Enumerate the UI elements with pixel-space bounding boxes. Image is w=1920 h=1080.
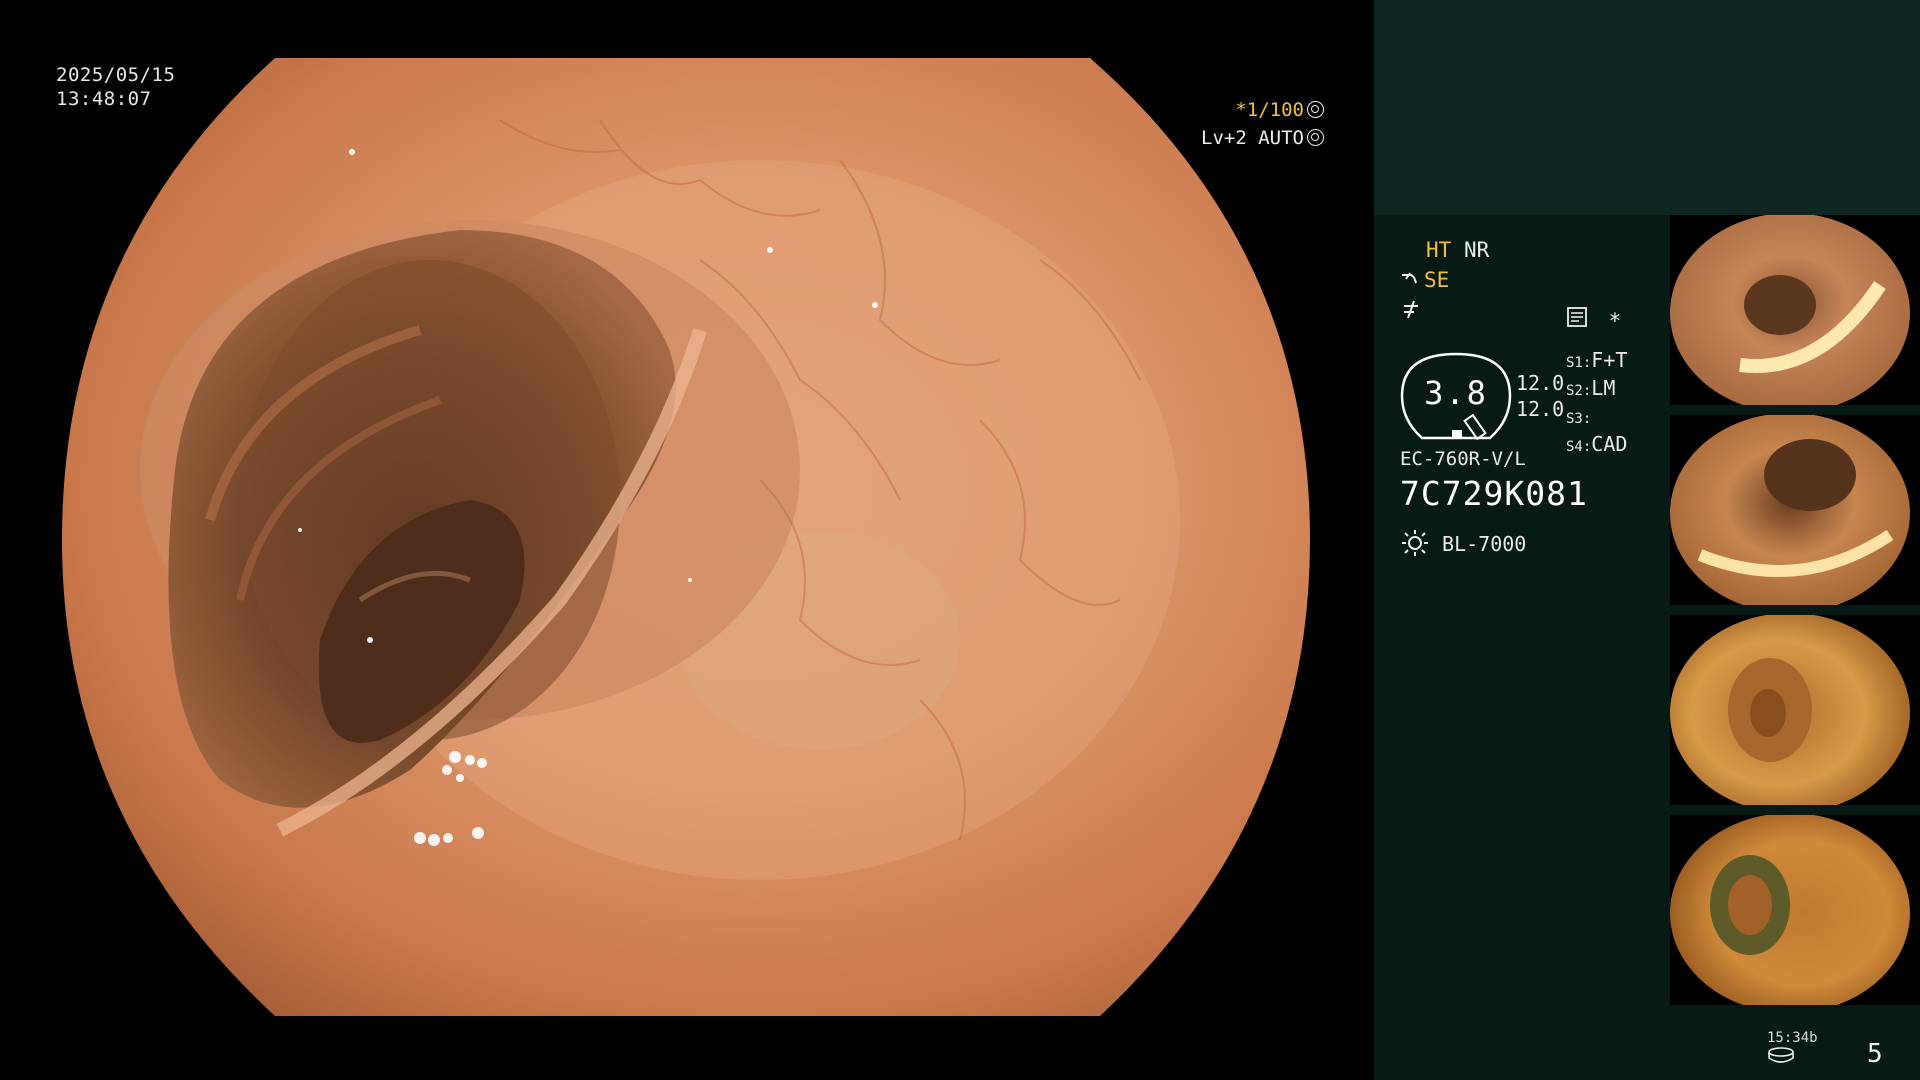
curve-icon (1402, 272, 1417, 284)
magnification-gauge: 3.8 (1400, 350, 1512, 442)
auto-text: AUTO (1258, 127, 1304, 149)
light-source-row: BL-7000 (1400, 528, 1526, 558)
switch-s3: S3: (1566, 411, 1592, 427)
level-text: Lv+2 (1201, 127, 1247, 149)
switch-assignments: S1:F+T S2:LM S3: S4:CAD (1566, 348, 1627, 460)
shutter-prefix: * (1235, 99, 1247, 121)
switch-s2: S2:LM (1566, 376, 1616, 400)
endoscopic-view: 2025/05/15 13:48:07 *1/100 Lv+2 AUTO (0, 0, 1372, 1080)
menu-row: * (1566, 306, 1621, 333)
shutter-row: *1/100 (1201, 96, 1324, 124)
thumbnail-2[interactable] (1670, 415, 1920, 605)
thumbnail-1[interactable] (1670, 215, 1920, 405)
nr-label: NR (1463, 238, 1490, 262)
star-marker: * (1608, 309, 1622, 333)
colon-lumen-image (62, 58, 1310, 1016)
thumbnail-4[interactable] (1670, 815, 1920, 1005)
ht-nr-row: HT NR (1400, 238, 1489, 262)
aperture-icon (1307, 129, 1324, 146)
storage-status: 15:34b (1767, 1030, 1818, 1068)
date-text: 2025/05/15 (56, 64, 176, 86)
sun-icon (1402, 530, 1428, 556)
se-label: SE (1424, 268, 1450, 292)
exposure-info: *1/100 Lv+2 AUTO (1201, 96, 1324, 152)
endoscopy-display: 2025/05/15 13:48:07 *1/100 Lv+2 AUTO HT … (0, 0, 1920, 1080)
se-row: SE (1400, 268, 1449, 292)
slash-icon (1404, 300, 1418, 319)
thumbnail-3[interactable] (1670, 615, 1920, 805)
footer-time: 15:34b (1767, 1030, 1818, 1046)
timestamp: 2025/05/15 13:48:07 (56, 63, 175, 111)
gain-values: 12.0 12.0 (1516, 370, 1564, 422)
shutter-speed: 1/100 (1246, 99, 1304, 121)
time-text: 13:48:07 (56, 88, 152, 110)
scope-model: EC-760R-V/L (1400, 448, 1526, 470)
switch-s4: S4:CAD (1566, 432, 1628, 456)
light-source-label: BL-7000 (1442, 532, 1527, 556)
slash-row (1400, 298, 1422, 325)
panel-header-area (1374, 0, 1920, 215)
switch-s1: S1:F+T (1566, 348, 1628, 372)
ht-label: HT (1426, 238, 1452, 262)
gain-1: 12.0 (1516, 371, 1565, 395)
side-panel: HT NR SE * 3.8 12.0 12.0 S1:F+T S2:LM S3… (1374, 0, 1920, 1080)
aperture-icon (1307, 101, 1324, 118)
image-count: 5 (1867, 1039, 1883, 1069)
disk-icon (1768, 1047, 1794, 1063)
gauge-value: 3.8 (1424, 374, 1488, 412)
document-icon (1567, 307, 1587, 327)
level-row: Lv+2 AUTO (1201, 124, 1324, 152)
scope-serial: 7C729K081 (1400, 474, 1588, 513)
gain-2: 12.0 (1516, 397, 1565, 421)
